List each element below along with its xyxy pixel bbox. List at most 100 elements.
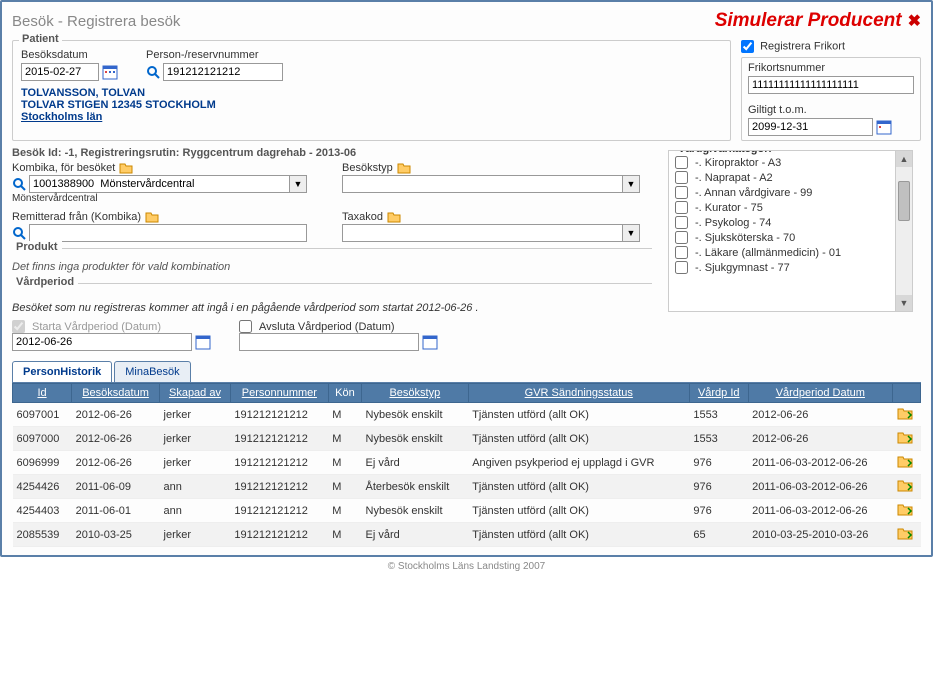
caregiver-checkbox[interactable] xyxy=(675,186,688,199)
caregiver-label: -. Naprapat - A2 xyxy=(695,172,773,184)
calendar-icon[interactable] xyxy=(195,334,211,350)
table-cell: ann xyxy=(160,475,231,499)
table-header[interactable] xyxy=(893,384,921,403)
table-cell: Ej vård xyxy=(362,523,469,547)
table-cell: Återbesök enskilt xyxy=(362,475,469,499)
caregiver-item[interactable]: -. Läkare (allmänmedicin) - 01 xyxy=(675,245,910,260)
table-cell: 2011-06-03-2012-06-26 xyxy=(748,499,892,523)
folder-icon[interactable] xyxy=(145,210,159,224)
caregiver-checkbox[interactable] xyxy=(675,171,688,184)
table-row[interactable]: 42544262011-06-09ann191212121212MÅterbes… xyxy=(13,475,921,499)
caregiver-checkbox[interactable] xyxy=(675,246,688,259)
besokstyp-dropdown-button[interactable]: ▼ xyxy=(622,175,640,193)
calendar-icon[interactable] xyxy=(102,64,118,80)
caregiver-item[interactable]: -. Annan vårdgivare - 99 xyxy=(675,185,910,200)
table-action-cell xyxy=(893,523,921,547)
taxakod-input[interactable] xyxy=(342,224,622,242)
calendar-icon[interactable] xyxy=(876,119,892,135)
table-cell: 2011-06-09 xyxy=(72,475,160,499)
tab-personhistorik[interactable]: PersonHistorik xyxy=(12,361,112,382)
caregiver-item[interactable]: -. Sjukgymnast - 77 xyxy=(675,260,910,275)
open-icon[interactable] xyxy=(897,502,913,516)
search-icon[interactable] xyxy=(146,65,160,79)
table-cell: 2012-06-26 xyxy=(748,427,892,451)
table-row[interactable]: 42544032011-06-01ann191212121212MNybesök… xyxy=(13,499,921,523)
caregiver-item[interactable]: -. Kiropraktor - A3 xyxy=(675,155,910,170)
caregiver-checkbox[interactable] xyxy=(675,216,688,229)
patient-addr: TOLVAR STIGEN 12345 STOCKHOLM xyxy=(21,99,722,111)
table-cell: M xyxy=(328,499,361,523)
kombika-input[interactable] xyxy=(29,175,289,193)
caregiver-checkbox[interactable] xyxy=(675,201,688,214)
patient-fieldset: Patient Besöksdatum Person-/reservnumme xyxy=(12,40,731,141)
table-row[interactable]: 60969992012-06-26jerker191212121212MEj v… xyxy=(13,451,921,475)
start-period-input[interactable] xyxy=(12,333,192,351)
table-header[interactable]: Besöksdatum xyxy=(72,384,160,403)
table-cell: 6096999 xyxy=(13,451,72,475)
frikort-checkbox[interactable] xyxy=(741,40,754,53)
frikort-tom-input[interactable] xyxy=(748,118,873,136)
visit-date-input[interactable] xyxy=(21,63,99,81)
scroll-thumb[interactable] xyxy=(898,181,910,221)
scroll-down-icon[interactable]: ▼ xyxy=(896,295,912,311)
besokstyp-label: Besökstyp xyxy=(342,161,642,175)
visit-date-group: Besöksdatum xyxy=(21,49,118,81)
open-icon[interactable] xyxy=(897,526,913,540)
table-header[interactable]: Id xyxy=(13,384,72,403)
frikort-nr-input[interactable] xyxy=(748,76,914,94)
folder-icon[interactable] xyxy=(119,161,133,175)
table-action-cell xyxy=(893,403,921,427)
folder-icon[interactable] xyxy=(397,161,411,175)
patient-legend: Patient xyxy=(19,33,62,45)
caregiver-item[interactable]: -. Naprapat - A2 xyxy=(675,170,910,185)
table-row[interactable]: 60970012012-06-26jerker191212121212MNybe… xyxy=(13,403,921,427)
taxakod-dropdown-button[interactable]: ▼ xyxy=(622,224,640,242)
close-icon[interactable]: ✖ xyxy=(908,11,921,31)
caregiver-checkbox[interactable] xyxy=(675,156,688,169)
caregiver-item[interactable]: -. Kurator - 75 xyxy=(675,200,910,215)
tab-minabesok[interactable]: MinaBesök xyxy=(114,361,190,382)
table-row[interactable]: 20855392010-03-25jerker191212121212MEj v… xyxy=(13,523,921,547)
table-header[interactable]: Vårdp Id xyxy=(689,384,748,403)
table-header[interactable]: Besökstyp xyxy=(362,384,469,403)
open-icon[interactable] xyxy=(897,406,913,420)
caregiver-list: -. Kiropraktor - A3 -. Naprapat - A2-. An… xyxy=(675,155,910,305)
kombika-label: Kombika, för besöket xyxy=(12,161,312,175)
scrollbar[interactable]: ▲ ▼ xyxy=(895,151,912,311)
table-header[interactable]: Personnummer xyxy=(230,384,328,403)
table-header[interactable]: Skapad av xyxy=(160,384,231,403)
app-window: Besök - Registrera besök Simulerar Produ… xyxy=(0,0,933,557)
pnr-input[interactable] xyxy=(163,63,283,81)
open-icon[interactable] xyxy=(897,454,913,468)
pnr-label: Person-/reservnummer xyxy=(146,49,283,61)
remitterad-input[interactable] xyxy=(29,224,307,242)
table-cell: 976 xyxy=(689,499,748,523)
table-action-cell xyxy=(893,451,921,475)
scroll-up-icon[interactable]: ▲ xyxy=(896,151,912,167)
table-action-cell xyxy=(893,475,921,499)
table-cell: 4254403 xyxy=(13,499,72,523)
end-period-label: Avsluta Vårdperiod (Datum) xyxy=(239,320,438,333)
table-cell: Nybesök enskilt xyxy=(362,403,469,427)
open-icon[interactable] xyxy=(897,430,913,444)
search-icon[interactable] xyxy=(12,226,26,240)
table-header[interactable]: Kön xyxy=(328,384,361,403)
table-header[interactable]: Vårdperiod Datum xyxy=(748,384,892,403)
folder-icon[interactable] xyxy=(387,210,401,224)
caregiver-checkbox[interactable] xyxy=(675,231,688,244)
patient-region-link[interactable]: Stockholms län xyxy=(21,111,102,123)
table-header[interactable]: GVR Sändningsstatus xyxy=(468,384,689,403)
calendar-icon[interactable] xyxy=(422,334,438,350)
kombika-dropdown-button[interactable]: ▼ xyxy=(289,175,307,193)
besokstyp-input[interactable] xyxy=(342,175,622,193)
open-icon[interactable] xyxy=(897,478,913,492)
caregiver-item[interactable]: -. Sjuksköterska - 70 xyxy=(675,230,910,245)
table-row[interactable]: 60970002012-06-26jerker191212121212MNybe… xyxy=(13,427,921,451)
caregiver-label: -. Sjukgymnast - 77 xyxy=(695,262,790,274)
end-period-input[interactable] xyxy=(239,333,419,351)
caregiver-item[interactable]: -. Psykolog - 74 xyxy=(675,215,910,230)
caregiver-label: -. Läkare (allmänmedicin) - 01 xyxy=(695,247,841,259)
caregiver-checkbox[interactable] xyxy=(675,261,688,274)
end-period-checkbox[interactable] xyxy=(239,320,252,333)
search-icon[interactable] xyxy=(12,177,26,191)
